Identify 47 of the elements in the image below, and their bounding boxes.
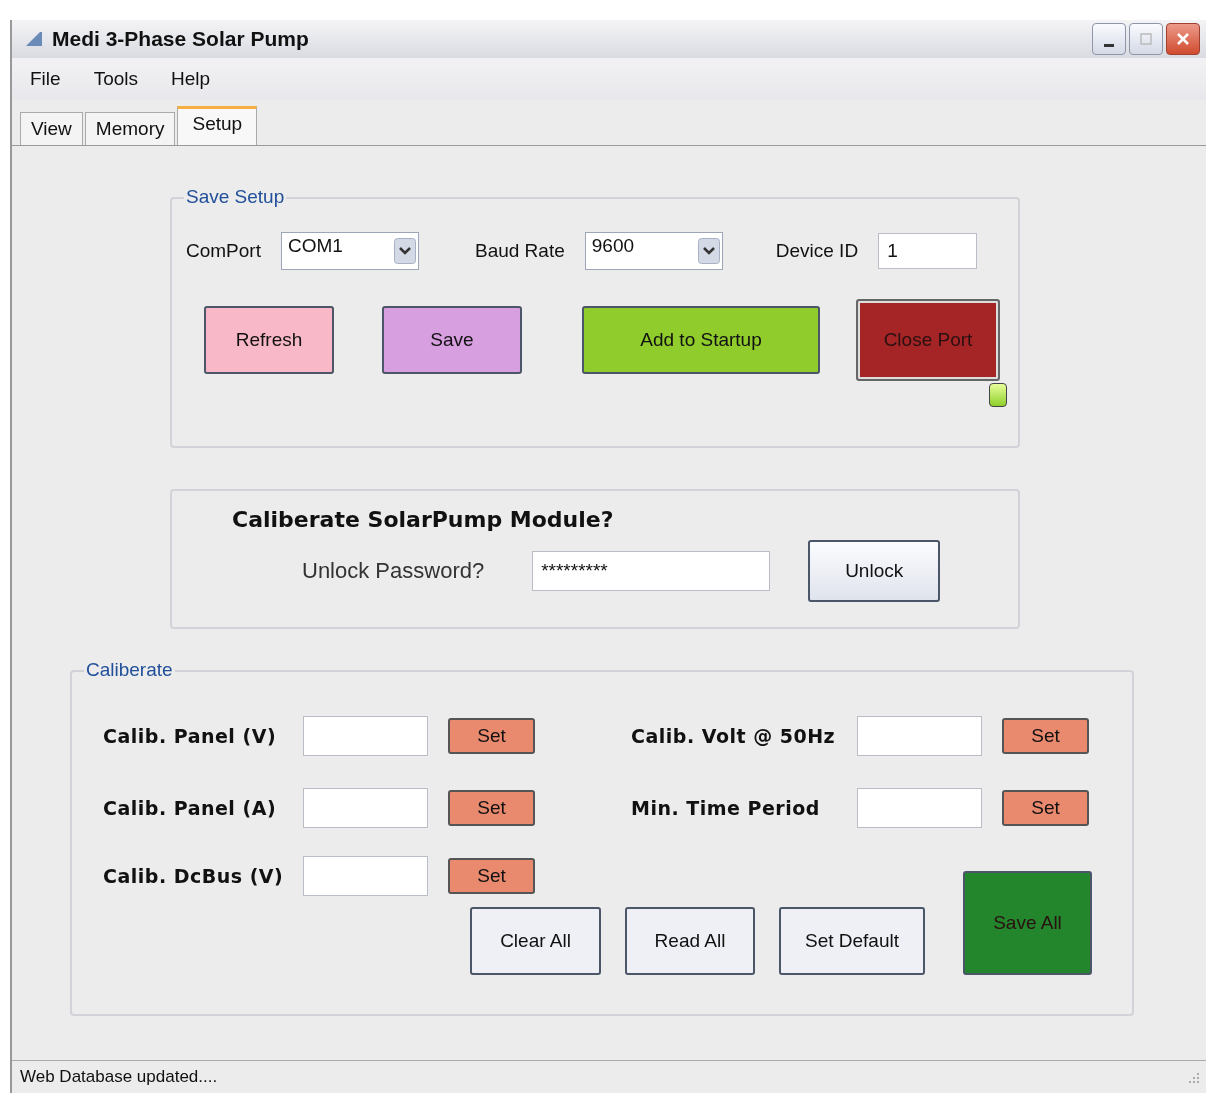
minimize-icon [1104,43,1114,47]
input-field[interactable] [303,856,428,896]
set-button[interactable]: Set [448,718,535,754]
field-label: Calib. Panel (V) [103,725,278,747]
set-button[interactable]: Set [448,858,535,894]
menu-item[interactable]: Tools [93,68,138,90]
field-label: Unlock Password? [302,558,485,584]
button[interactable]: Save All [963,871,1092,975]
status-text: Web Database updated.... [20,1067,218,1087]
field-label: Calib. Panel (A) [103,797,278,819]
baud-rate-dropdown[interactable]: 9600 [584,232,723,270]
menu-item[interactable]: Help [171,68,211,90]
field-label: Device ID [775,240,859,262]
button[interactable]: Clear All [470,907,601,975]
field-label: Baud Rate [474,240,565,262]
field-label: Min. Time Period [631,797,821,819]
input-field[interactable] [303,716,428,756]
resize-grip-icon [1186,1070,1200,1084]
button[interactable]: Refresh [204,306,334,374]
device-id-field[interactable]: 1 [878,233,978,269]
close-icon [1176,32,1190,46]
input-field[interactable] [857,716,982,756]
set-button[interactable]: Set [1002,790,1089,826]
tab[interactable]: View [20,112,83,145]
field-label: Calib. Volt @ 50Hz [631,725,837,747]
minimize-button[interactable] [1092,23,1126,55]
button[interactable]: Add to Startup [582,306,820,374]
button[interactable]: Set Default [779,907,925,975]
comport-dropdown[interactable]: COM1 [280,232,419,270]
menu-item[interactable]: File [30,68,61,90]
tab[interactable]: Memory [84,112,176,145]
close-button[interactable] [1166,23,1200,55]
button[interactable]: Save [382,306,522,374]
field-label: Calib. DcBus (V) [103,865,285,887]
section-heading: Caliberate SolarPump Module? [232,507,615,532]
window-title: Medi 3-Phase Solar Pump [52,27,310,51]
password-field[interactable]: ********* [532,551,771,591]
field-label: ComPort [186,240,261,262]
input-field[interactable] [303,788,428,828]
unlock-button[interactable]: Unlock [808,540,941,602]
set-button[interactable]: Set [448,790,535,826]
maximize-icon [1140,33,1152,45]
button[interactable]: Read All [625,907,755,975]
tab[interactable]: Setup [177,106,258,145]
input-field[interactable] [857,788,982,828]
app-icon [24,31,44,47]
set-button[interactable]: Set [1002,718,1089,754]
